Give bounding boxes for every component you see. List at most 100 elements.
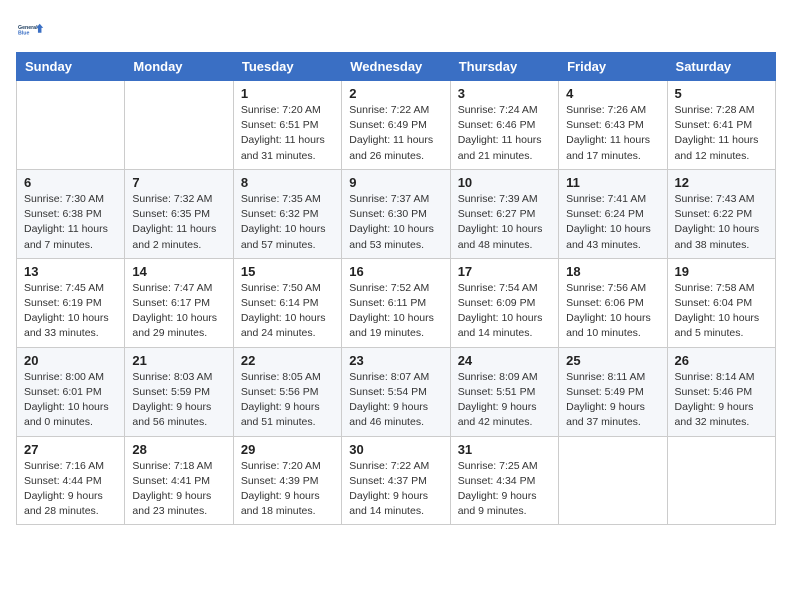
day-detail: Sunrise: 7:18 AM Sunset: 4:41 PM Dayligh… (132, 459, 225, 520)
calendar-header-row: SundayMondayTuesdayWednesdayThursdayFrid… (17, 53, 776, 81)
calendar-cell: 16 Sunrise: 7:52 AM Sunset: 6:11 PM Dayli… (342, 258, 450, 347)
day-number: 28 (132, 442, 225, 457)
calendar-cell: 12 Sunrise: 7:43 AM Sunset: 6:22 PM Dayli… (667, 169, 775, 258)
calendar-cell (667, 436, 775, 525)
day-detail: Sunrise: 7:58 AM Sunset: 6:04 PM Dayligh… (675, 281, 768, 342)
day-detail: Sunrise: 7:41 AM Sunset: 6:24 PM Dayligh… (566, 192, 659, 253)
calendar-cell: 30Sunrise: 7:22 AM Sunset: 4:37 PM Dayli… (342, 436, 450, 525)
day-detail: Sunrise: 7:25 AM Sunset: 4:34 PM Dayligh… (458, 459, 551, 520)
calendar-cell: 13 Sunrise: 7:45 AM Sunset: 6:19 PM Dayli… (17, 258, 125, 347)
day-number: 4 (566, 86, 659, 101)
svg-text:General: General (18, 25, 38, 31)
day-number: 9 (349, 175, 442, 190)
col-header-friday: Friday (559, 53, 667, 81)
day-number: 26 (675, 353, 768, 368)
calendar-week-row: 20 Sunrise: 8:00 AM Sunset: 6:01 PM Dayli… (17, 347, 776, 436)
day-detail: Sunrise: 7:50 AM Sunset: 6:14 PM Dayligh… (241, 281, 334, 342)
day-number: 12 (675, 175, 768, 190)
calendar-cell: 26 Sunrise: 8:14 AM Sunset: 5:46 PM Dayli… (667, 347, 775, 436)
col-header-sunday: Sunday (17, 53, 125, 81)
day-number: 23 (349, 353, 442, 368)
col-header-thursday: Thursday (450, 53, 558, 81)
day-number: 8 (241, 175, 334, 190)
svg-text:Blue: Blue (18, 31, 29, 37)
day-detail: Sunrise: 7:26 AM Sunset: 6:43 PM Dayligh… (566, 103, 659, 164)
calendar-table: SundayMondayTuesdayWednesdayThursdayFrid… (16, 52, 776, 525)
calendar-cell: 6Sunrise: 7:30 AM Sunset: 6:38 PM Daylig… (17, 169, 125, 258)
day-number: 1 (241, 86, 334, 101)
day-number: 3 (458, 86, 551, 101)
calendar-cell: 24Sunrise: 8:09 AM Sunset: 5:51 PM Dayli… (450, 347, 558, 436)
page-header: GeneralBlue (16, 16, 776, 44)
day-number: 16 (349, 264, 442, 279)
calendar-cell: 21Sunrise: 8:03 AM Sunset: 5:59 PM Dayli… (125, 347, 233, 436)
day-number: 11 (566, 175, 659, 190)
day-detail: Sunrise: 7:45 AM Sunset: 6:19 PM Dayligh… (24, 281, 117, 342)
day-number: 17 (458, 264, 551, 279)
day-number: 2 (349, 86, 442, 101)
day-number: 21 (132, 353, 225, 368)
day-number: 20 (24, 353, 117, 368)
day-detail: Sunrise: 8:14 AM Sunset: 5:46 PM Dayligh… (675, 370, 768, 431)
calendar-cell: 23 Sunrise: 8:07 AM Sunset: 5:54 PM Dayli… (342, 347, 450, 436)
calendar-week-row: 13 Sunrise: 7:45 AM Sunset: 6:19 PM Dayli… (17, 258, 776, 347)
col-header-wednesday: Wednesday (342, 53, 450, 81)
col-header-tuesday: Tuesday (233, 53, 341, 81)
day-detail: Sunrise: 7:32 AM Sunset: 6:35 PM Dayligh… (132, 192, 225, 253)
calendar-cell: 25Sunrise: 8:11 AM Sunset: 5:49 PM Dayli… (559, 347, 667, 436)
calendar-cell: 1Sunrise: 7:20 AM Sunset: 6:51 PM Daylig… (233, 81, 341, 170)
col-header-monday: Monday (125, 53, 233, 81)
day-number: 29 (241, 442, 334, 457)
calendar-cell: 17 Sunrise: 7:54 AM Sunset: 6:09 PM Dayli… (450, 258, 558, 347)
calendar-cell: 20 Sunrise: 8:00 AM Sunset: 6:01 PM Dayli… (17, 347, 125, 436)
calendar-cell: 9 Sunrise: 7:37 AM Sunset: 6:30 PM Daylig… (342, 169, 450, 258)
day-detail: Sunrise: 8:00 AM Sunset: 6:01 PM Dayligh… (24, 370, 117, 431)
day-detail: Sunrise: 7:22 AM Sunset: 6:49 PM Dayligh… (349, 103, 442, 164)
day-number: 6 (24, 175, 117, 190)
day-detail: Sunrise: 7:37 AM Sunset: 6:30 PM Dayligh… (349, 192, 442, 253)
day-detail: Sunrise: 7:54 AM Sunset: 6:09 PM Dayligh… (458, 281, 551, 342)
calendar-week-row: 1Sunrise: 7:20 AM Sunset: 6:51 PM Daylig… (17, 81, 776, 170)
calendar-cell: 18Sunrise: 7:56 AM Sunset: 6:06 PM Dayli… (559, 258, 667, 347)
calendar-cell: 7 Sunrise: 7:32 AM Sunset: 6:35 PM Daylig… (125, 169, 233, 258)
day-number: 31 (458, 442, 551, 457)
day-detail: Sunrise: 7:39 AM Sunset: 6:27 PM Dayligh… (458, 192, 551, 253)
logo-icon: GeneralBlue (18, 16, 46, 44)
calendar-week-row: 6Sunrise: 7:30 AM Sunset: 6:38 PM Daylig… (17, 169, 776, 258)
calendar-cell: 10 Sunrise: 7:39 AM Sunset: 6:27 PM Dayli… (450, 169, 558, 258)
calendar-cell: 15 Sunrise: 7:50 AM Sunset: 6:14 PM Dayli… (233, 258, 341, 347)
day-number: 22 (241, 353, 334, 368)
day-detail: Sunrise: 7:35 AM Sunset: 6:32 PM Dayligh… (241, 192, 334, 253)
calendar-cell: 5Sunrise: 7:28 AM Sunset: 6:41 PM Daylig… (667, 81, 775, 170)
calendar-cell: 19 Sunrise: 7:58 AM Sunset: 6:04 PM Dayli… (667, 258, 775, 347)
day-number: 13 (24, 264, 117, 279)
logo: GeneralBlue (16, 16, 46, 44)
day-detail: Sunrise: 7:52 AM Sunset: 6:11 PM Dayligh… (349, 281, 442, 342)
day-detail: Sunrise: 7:16 AM Sunset: 4:44 PM Dayligh… (24, 459, 117, 520)
calendar-cell (125, 81, 233, 170)
day-detail: Sunrise: 7:22 AM Sunset: 4:37 PM Dayligh… (349, 459, 442, 520)
day-detail: Sunrise: 8:07 AM Sunset: 5:54 PM Dayligh… (349, 370, 442, 431)
calendar-cell: 3 Sunrise: 7:24 AM Sunset: 6:46 PM Daylig… (450, 81, 558, 170)
day-detail: Sunrise: 7:43 AM Sunset: 6:22 PM Dayligh… (675, 192, 768, 253)
calendar-cell (559, 436, 667, 525)
day-number: 15 (241, 264, 334, 279)
day-detail: Sunrise: 8:09 AM Sunset: 5:51 PM Dayligh… (458, 370, 551, 431)
day-detail: Sunrise: 8:05 AM Sunset: 5:56 PM Dayligh… (241, 370, 334, 431)
day-detail: Sunrise: 7:20 AM Sunset: 4:39 PM Dayligh… (241, 459, 334, 520)
day-number: 14 (132, 264, 225, 279)
day-number: 27 (24, 442, 117, 457)
calendar-cell: 8 Sunrise: 7:35 AM Sunset: 6:32 PM Daylig… (233, 169, 341, 258)
day-number: 5 (675, 86, 768, 101)
day-detail: Sunrise: 7:24 AM Sunset: 6:46 PM Dayligh… (458, 103, 551, 164)
day-number: 7 (132, 175, 225, 190)
calendar-cell: 29 Sunrise: 7:20 AM Sunset: 4:39 PM Dayli… (233, 436, 341, 525)
day-detail: Sunrise: 7:56 AM Sunset: 6:06 PM Dayligh… (566, 281, 659, 342)
calendar-cell: 28 Sunrise: 7:18 AM Sunset: 4:41 PM Dayli… (125, 436, 233, 525)
calendar-cell: 27 Sunrise: 7:16 AM Sunset: 4:44 PM Dayli… (17, 436, 125, 525)
day-number: 19 (675, 264, 768, 279)
day-number: 10 (458, 175, 551, 190)
col-header-saturday: Saturday (667, 53, 775, 81)
day-detail: Sunrise: 8:11 AM Sunset: 5:49 PM Dayligh… (566, 370, 659, 431)
calendar-cell: 22 Sunrise: 8:05 AM Sunset: 5:56 PM Dayli… (233, 347, 341, 436)
